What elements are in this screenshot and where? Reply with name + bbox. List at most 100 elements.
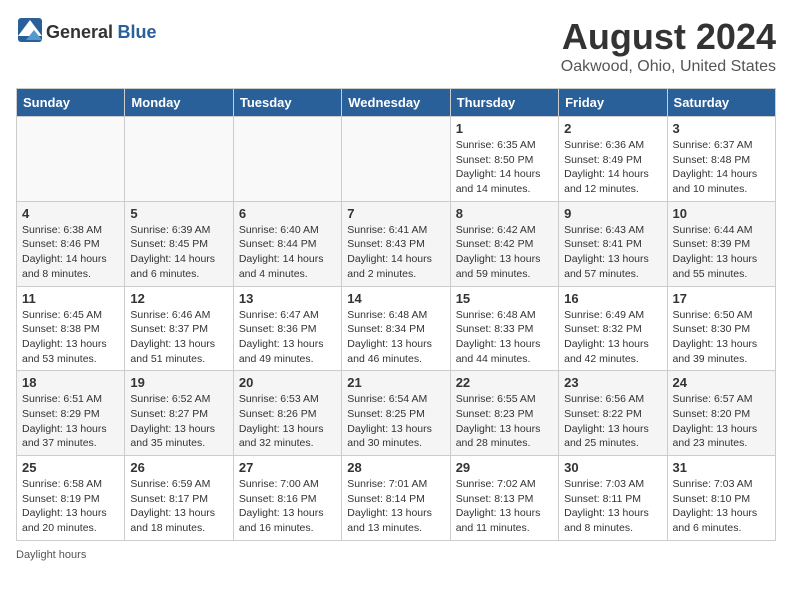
day-info: Sunrise: 6:36 AM Sunset: 8:49 PM Dayligh… <box>564 138 661 197</box>
day-number: 6 <box>239 206 336 221</box>
calendar-cell: 8 Sunrise: 6:42 AM Sunset: 8:42 PM Daylig… <box>450 201 558 286</box>
day-info: Sunrise: 6:39 AM Sunset: 8:45 PM Dayligh… <box>130 223 227 282</box>
day-info: Sunrise: 6:42 AM Sunset: 8:42 PM Dayligh… <box>456 223 553 282</box>
day-info: Sunrise: 6:43 AM Sunset: 8:41 PM Dayligh… <box>564 223 661 282</box>
calendar-cell: 29 Sunrise: 7:02 AM Sunset: 8:13 PM Dayli… <box>450 456 558 541</box>
day-number: 12 <box>130 291 227 306</box>
calendar-cell: 4 Sunrise: 6:38 AM Sunset: 8:46 PM Daylig… <box>17 201 125 286</box>
calendar-cell: 24Sunrise: 6:57 AM Sunset: 8:20 PM Dayli… <box>667 371 775 456</box>
calendar-cell <box>342 117 450 202</box>
day-number: 23 <box>564 375 661 390</box>
calendar-table: SundayMondayTuesdayWednesdayThursdayFrid… <box>16 88 776 541</box>
calendar-cell: 20Sunrise: 6:53 AM Sunset: 8:26 PM Dayli… <box>233 371 341 456</box>
day-number: 4 <box>22 206 119 221</box>
day-info: Sunrise: 6:37 AM Sunset: 8:48 PM Dayligh… <box>673 138 770 197</box>
day-info: Sunrise: 6:48 AM Sunset: 8:34 PM Dayligh… <box>347 308 444 367</box>
calendar-cell: 5 Sunrise: 6:39 AM Sunset: 8:45 PM Daylig… <box>125 201 233 286</box>
day-info: Sunrise: 6:49 AM Sunset: 8:32 PM Dayligh… <box>564 308 661 367</box>
calendar-cell: 19 Sunrise: 6:52 AM Sunset: 8:27 PM Dayli… <box>125 371 233 456</box>
day-number: 21 <box>347 375 444 390</box>
calendar-cell: 31 Sunrise: 7:03 AM Sunset: 8:10 PM Dayli… <box>667 456 775 541</box>
day-info: Sunrise: 6:52 AM Sunset: 8:27 PM Dayligh… <box>130 392 227 451</box>
day-number: 8 <box>456 206 553 221</box>
day-number: 27 <box>239 460 336 475</box>
day-number: 5 <box>130 206 227 221</box>
day-number: 2 <box>564 121 661 136</box>
day-info: Sunrise: 6:53 AM Sunset: 8:26 PM Dayligh… <box>239 392 336 451</box>
calendar-cell: 17 Sunrise: 6:50 AM Sunset: 8:30 PM Dayli… <box>667 286 775 371</box>
weekday-header-friday: Friday <box>559 89 667 117</box>
weekday-header-sunday: Sunday <box>17 89 125 117</box>
day-info: Sunrise: 7:00 AM Sunset: 8:16 PM Dayligh… <box>239 477 336 536</box>
day-info: Sunrise: 6:46 AM Sunset: 8:37 PM Dayligh… <box>130 308 227 367</box>
weekday-header-wednesday: Wednesday <box>342 89 450 117</box>
day-number: 14 <box>347 291 444 306</box>
day-number: 17 <box>673 291 770 306</box>
calendar-cell <box>233 117 341 202</box>
calendar-cell: 25 Sunrise: 6:58 AM Sunset: 8:19 PM Dayli… <box>17 456 125 541</box>
logo: General Blue <box>16 16 157 49</box>
calendar-cell: 9Sunrise: 6:43 AM Sunset: 8:41 PM Daylig… <box>559 201 667 286</box>
weekday-header-tuesday: Tuesday <box>233 89 341 117</box>
logo-icon <box>16 16 44 49</box>
calendar-cell: 3 Sunrise: 6:37 AM Sunset: 8:48 PM Daylig… <box>667 117 775 202</box>
day-info: Sunrise: 6:48 AM Sunset: 8:33 PM Dayligh… <box>456 308 553 367</box>
day-info: Sunrise: 6:38 AM Sunset: 8:46 PM Dayligh… <box>22 223 119 282</box>
day-number: 13 <box>239 291 336 306</box>
page-header: General Blue August 2024 Oakwood, Ohio, … <box>16 16 776 76</box>
calendar-cell: 14 Sunrise: 6:48 AM Sunset: 8:34 PM Dayli… <box>342 286 450 371</box>
day-info: Sunrise: 6:57 AM Sunset: 8:20 PM Dayligh… <box>673 392 770 451</box>
day-info: Sunrise: 6:35 AM Sunset: 8:50 PM Dayligh… <box>456 138 553 197</box>
calendar-cell: 28 Sunrise: 7:01 AM Sunset: 8:14 PM Dayli… <box>342 456 450 541</box>
calendar-cell: 10Sunrise: 6:44 AM Sunset: 8:39 PM Dayli… <box>667 201 775 286</box>
calendar-cell: 22Sunrise: 6:55 AM Sunset: 8:23 PM Dayli… <box>450 371 558 456</box>
calendar-cell: 21Sunrise: 6:54 AM Sunset: 8:25 PM Dayli… <box>342 371 450 456</box>
day-info: Sunrise: 6:56 AM Sunset: 8:22 PM Dayligh… <box>564 392 661 451</box>
calendar-week-3: 11 Sunrise: 6:45 AM Sunset: 8:38 PM Dayli… <box>17 286 776 371</box>
day-number: 28 <box>347 460 444 475</box>
calendar-cell: 30 Sunrise: 7:03 AM Sunset: 8:11 PM Dayli… <box>559 456 667 541</box>
calendar-cell: 15 Sunrise: 6:48 AM Sunset: 8:33 PM Dayli… <box>450 286 558 371</box>
weekday-header-thursday: Thursday <box>450 89 558 117</box>
day-info: Sunrise: 6:58 AM Sunset: 8:19 PM Dayligh… <box>22 477 119 536</box>
day-info: Sunrise: 7:03 AM Sunset: 8:10 PM Dayligh… <box>673 477 770 536</box>
calendar-cell <box>125 117 233 202</box>
day-number: 19 <box>130 375 227 390</box>
calendar-cell: 1Sunrise: 6:35 AM Sunset: 8:50 PM Daylig… <box>450 117 558 202</box>
day-number: 29 <box>456 460 553 475</box>
calendar-cell: 26Sunrise: 6:59 AM Sunset: 8:17 PM Dayli… <box>125 456 233 541</box>
day-number: 3 <box>673 121 770 136</box>
day-number: 30 <box>564 460 661 475</box>
day-info: Sunrise: 6:50 AM Sunset: 8:30 PM Dayligh… <box>673 308 770 367</box>
day-info: Sunrise: 6:41 AM Sunset: 8:43 PM Dayligh… <box>347 223 444 282</box>
logo-blue: Blue <box>118 22 157 42</box>
day-number: 25 <box>22 460 119 475</box>
calendar-cell <box>17 117 125 202</box>
day-number: 18 <box>22 375 119 390</box>
weekday-header-saturday: Saturday <box>667 89 775 117</box>
day-number: 31 <box>673 460 770 475</box>
title-block: August 2024 Oakwood, Ohio, United States <box>561 16 776 76</box>
day-info: Sunrise: 6:59 AM Sunset: 8:17 PM Dayligh… <box>130 477 227 536</box>
day-number: 15 <box>456 291 553 306</box>
day-info: Sunrise: 6:47 AM Sunset: 8:36 PM Dayligh… <box>239 308 336 367</box>
logo-general: General <box>46 22 113 42</box>
day-info: Sunrise: 6:55 AM Sunset: 8:23 PM Dayligh… <box>456 392 553 451</box>
calendar-cell: 18 Sunrise: 6:51 AM Sunset: 8:29 PM Dayli… <box>17 371 125 456</box>
calendar-week-4: 18 Sunrise: 6:51 AM Sunset: 8:29 PM Dayli… <box>17 371 776 456</box>
day-info: Sunrise: 6:51 AM Sunset: 8:29 PM Dayligh… <box>22 392 119 451</box>
day-info: Sunrise: 7:03 AM Sunset: 8:11 PM Dayligh… <box>564 477 661 536</box>
day-number: 10 <box>673 206 770 221</box>
footer-text: Daylight hours <box>16 549 86 561</box>
calendar-header-row: SundayMondayTuesdayWednesdayThursdayFrid… <box>17 89 776 117</box>
footer-note: Daylight hours <box>16 549 776 561</box>
day-info: Sunrise: 7:02 AM Sunset: 8:13 PM Dayligh… <box>456 477 553 536</box>
calendar-cell: 7 Sunrise: 6:41 AM Sunset: 8:43 PM Daylig… <box>342 201 450 286</box>
day-info: Sunrise: 6:45 AM Sunset: 8:38 PM Dayligh… <box>22 308 119 367</box>
day-number: 16 <box>564 291 661 306</box>
day-info: Sunrise: 7:01 AM Sunset: 8:14 PM Dayligh… <box>347 477 444 536</box>
day-number: 7 <box>347 206 444 221</box>
day-number: 11 <box>22 291 119 306</box>
calendar-cell: 11 Sunrise: 6:45 AM Sunset: 8:38 PM Dayli… <box>17 286 125 371</box>
calendar-week-1: 1Sunrise: 6:35 AM Sunset: 8:50 PM Daylig… <box>17 117 776 202</box>
